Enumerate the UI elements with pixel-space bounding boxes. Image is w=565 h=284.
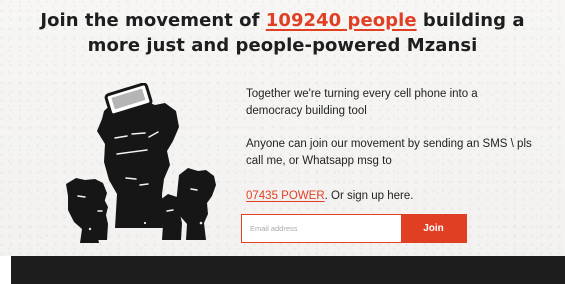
- member-count-link[interactable]: 109240 people: [266, 10, 417, 31]
- join-button[interactable]: Join: [401, 215, 466, 242]
- campaign-copy-line-3: 07435 POWER. Or sign up here.: [246, 188, 413, 205]
- campaign-copy-line-1: Together we're turning every cell phone …: [246, 88, 478, 117]
- page: Join the movement of 109240 people build…: [0, 0, 565, 284]
- footer-band: [11, 256, 565, 284]
- campaign-copy: Together we're turning every cell phone …: [246, 86, 541, 202]
- campaign-copy-line-2: Anyone can join our movement by sending …: [246, 138, 532, 167]
- signup-hint: . Or sign up here.: [324, 190, 414, 202]
- raised-fists-with-phone-icon: [56, 82, 236, 253]
- email-input[interactable]: [242, 215, 401, 242]
- phone-number-link[interactable]: 07435 POWER: [246, 190, 325, 202]
- page-title: Join the movement of 109240 people build…: [18, 8, 547, 58]
- footer-bar: [0, 256, 565, 284]
- raised-fists-illustration: [66, 82, 216, 243]
- signup-form: Join: [241, 214, 467, 243]
- hero-title-prefix: Join the movement of: [40, 10, 266, 31]
